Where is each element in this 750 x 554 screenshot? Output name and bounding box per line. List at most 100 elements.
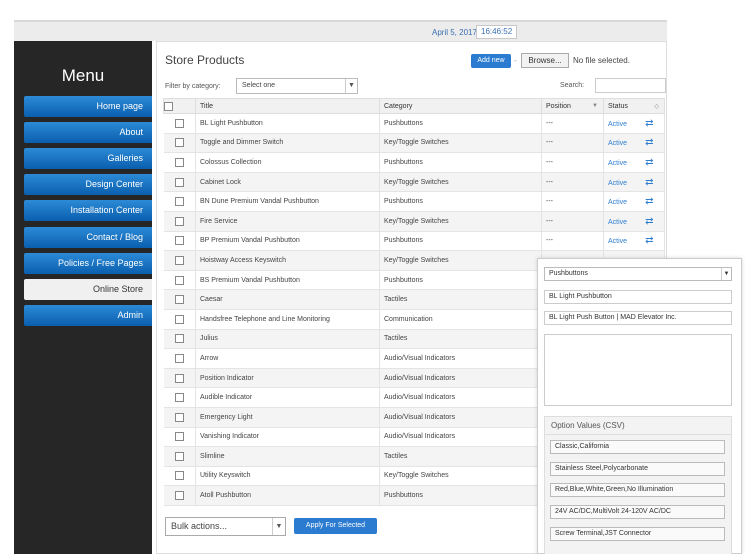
cell-title[interactable]: Julius: [195, 329, 380, 350]
row-checkbox[interactable]: [174, 353, 184, 363]
refresh-icon[interactable]: ⇄: [645, 216, 653, 227]
cell-position: ---: [541, 211, 604, 232]
sidebar-item-online-store[interactable]: Online Store: [24, 279, 152, 300]
row-checkbox[interactable]: [174, 451, 184, 461]
sidebar-item-home[interactable]: Home page: [24, 96, 152, 117]
cell-title[interactable]: Vanishing Indicator: [195, 427, 380, 448]
sidebar-item-admin[interactable]: Admin: [24, 305, 152, 326]
option-input-2[interactable]: Stainless Steel,Polycarbonate: [550, 462, 725, 476]
refresh-icon[interactable]: ⇄: [645, 196, 653, 207]
row-checkbox-cell: [163, 387, 196, 408]
cell-title[interactable]: Emergency Light: [195, 407, 380, 428]
cell-title[interactable]: Toggle and Dimmer Switch: [195, 133, 380, 154]
row-checkbox[interactable]: [174, 471, 184, 481]
status-toggle[interactable]: Active: [608, 199, 627, 206]
cell-title[interactable]: Handsfree Telephone and Line Monitoring: [195, 309, 380, 330]
sort-icon: ▼: [592, 102, 598, 109]
option-input-5[interactable]: Screw Terminal,JST Connector: [550, 527, 725, 541]
cell-title[interactable]: Position Indicator: [195, 368, 380, 389]
product-name-input[interactable]: BL Light Pushbutton: [544, 290, 732, 304]
bulk-actions-select[interactable]: Bulk actions... ▼: [165, 517, 286, 536]
row-checkbox[interactable]: [174, 216, 184, 226]
cell-category: Tactiles: [379, 329, 542, 350]
cell-title[interactable]: Slimline: [195, 446, 380, 467]
apply-selected-button[interactable]: Apply For Selected: [294, 518, 377, 534]
row-checkbox[interactable]: [174, 138, 184, 148]
status-toggle[interactable]: Active: [608, 160, 627, 167]
cell-title[interactable]: Arrow: [195, 348, 380, 369]
row-checkbox[interactable]: [174, 118, 184, 128]
status-toggle[interactable]: Active: [608, 238, 627, 245]
row-checkbox[interactable]: [174, 491, 184, 501]
cell-title[interactable]: Atoll Pushbutton: [195, 485, 380, 506]
sidebar-item-installation-center[interactable]: Installation Center: [24, 200, 152, 221]
row-checkbox[interactable]: [174, 177, 184, 187]
row-checkbox[interactable]: [174, 275, 184, 285]
meta-title-input[interactable]: BL Light Push Button | MAD Elevator Inc.: [544, 311, 732, 325]
cell-title[interactable]: BL Light Pushbutton: [195, 113, 380, 134]
category-select[interactable]: Pushbuttons ▼: [544, 267, 732, 281]
search-input[interactable]: [595, 78, 666, 93]
select-all-cell: [163, 98, 196, 114]
refresh-icon[interactable]: ⇄: [645, 157, 653, 168]
row-checkbox[interactable]: [174, 373, 184, 383]
refresh-icon[interactable]: ⇄: [645, 235, 653, 246]
table-row[interactable]: Cabinet Lock Key/Toggle Switches --- Active…: [163, 172, 665, 193]
row-checkbox[interactable]: [174, 432, 184, 442]
table-row[interactable]: Toggle and Dimmer Switch Key/Toggle Switc…: [163, 133, 665, 154]
row-checkbox[interactable]: [174, 295, 184, 305]
row-checkbox-cell: [163, 329, 196, 350]
refresh-icon[interactable]: ⇄: [645, 137, 653, 148]
cell-title[interactable]: Colossus Collection: [195, 152, 380, 173]
row-checkbox[interactable]: [174, 197, 184, 207]
cell-title[interactable]: BS Premium Vandal Pushbutton: [195, 270, 380, 291]
row-checkbox[interactable]: [174, 334, 184, 344]
row-checkbox[interactable]: [174, 236, 184, 246]
table-row[interactable]: BP Premium Vandal Pushbutton Pushbuttons -…: [163, 231, 665, 252]
browse-button[interactable]: Browse...: [521, 53, 569, 68]
option-input-3[interactable]: Red,Blue,White,Green,No Illumination: [550, 483, 725, 497]
col-category[interactable]: Category: [379, 98, 542, 114]
cell-title[interactable]: Cabinet Lock: [195, 172, 380, 193]
cell-title[interactable]: Caesar: [195, 289, 380, 310]
sidebar-item-policies[interactable]: Policies / Free Pages: [24, 253, 152, 274]
row-checkbox-cell: [163, 113, 196, 134]
col-position[interactable]: Position ▼: [541, 98, 604, 114]
row-checkbox[interactable]: [174, 412, 184, 422]
cell-title[interactable]: Utility Keyswitch: [195, 466, 380, 487]
top-bar: April 5, 2017 16:46:52: [14, 20, 667, 41]
option-input-4[interactable]: 24V AC/DC,MultiVolt 24-120V AC/DC: [550, 505, 725, 519]
status-toggle[interactable]: Active: [608, 219, 627, 226]
select-all-checkbox[interactable]: [164, 101, 173, 111]
row-checkbox[interactable]: [174, 314, 184, 324]
category-filter-select[interactable]: Select one ▼: [236, 78, 358, 94]
description-textarea[interactable]: [544, 334, 732, 406]
status-toggle[interactable]: Active: [608, 121, 627, 128]
sidebar-item-contact-blog[interactable]: Contact / Blog: [24, 227, 152, 248]
table-row[interactable]: BN Dune Premium Vandal Pushbutton Pushbut…: [163, 191, 665, 212]
cell-category: Pushbuttons: [379, 270, 542, 291]
cell-title[interactable]: Hoistway Access Keyswitch: [195, 250, 380, 271]
table-row[interactable]: Colossus Collection Pushbuttons --- Active ⇄: [163, 152, 665, 173]
col-status[interactable]: Status ◇: [603, 98, 665, 114]
cell-title[interactable]: BP Premium Vandal Pushbutton: [195, 231, 380, 252]
row-checkbox[interactable]: [174, 157, 184, 167]
add-new-button[interactable]: Add new: [471, 54, 511, 68]
sidebar-item-about[interactable]: About: [24, 122, 152, 143]
cell-title[interactable]: Audible Indicator: [195, 387, 380, 408]
cell-title[interactable]: BN Dune Premium Vandal Pushbutton: [195, 191, 380, 212]
option-input-1[interactable]: Classic,California: [550, 440, 725, 454]
col-title[interactable]: Title: [195, 98, 380, 114]
sidebar-item-design-center[interactable]: Design Center: [24, 174, 152, 195]
cell-position: ---: [541, 113, 604, 134]
sidebar-item-galleries[interactable]: Galleries: [24, 148, 152, 169]
table-row[interactable]: Fire Service Key/Toggle Switches --- Active…: [163, 211, 665, 232]
table-row[interactable]: BL Light Pushbutton Pushbuttons --- Active ⇄: [163, 113, 665, 134]
refresh-icon[interactable]: ⇄: [645, 118, 653, 129]
row-checkbox[interactable]: [174, 255, 184, 265]
cell-title[interactable]: Fire Service: [195, 211, 380, 232]
status-toggle[interactable]: Active: [608, 180, 627, 187]
status-toggle[interactable]: Active: [608, 140, 627, 147]
row-checkbox[interactable]: [174, 393, 184, 403]
refresh-icon[interactable]: ⇄: [645, 177, 653, 188]
